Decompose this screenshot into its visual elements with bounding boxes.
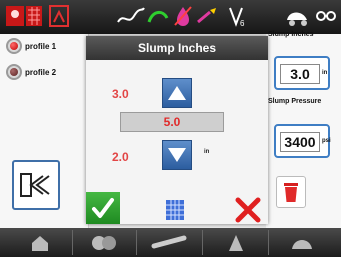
trend-icon[interactable] (116, 4, 146, 28)
slump-gauge-icon[interactable] (48, 4, 70, 28)
link-icon[interactable] (314, 4, 338, 28)
truck-icon[interactable] (284, 4, 312, 28)
profile-1-option[interactable]: profile 1 (6, 38, 56, 54)
drum-tab[interactable] (72, 230, 137, 255)
bottom-navigation (0, 228, 341, 257)
increase-button[interactable] (162, 78, 192, 108)
checkmark-icon (92, 198, 114, 218)
exit-button[interactable] (12, 160, 60, 210)
slump-dialog: Slump Inches 3.0 5.0 2.0 in (86, 36, 268, 224)
dialog-unit: in (204, 149, 210, 155)
home-icon (32, 235, 48, 251)
profile-label: profile 1 (25, 41, 57, 51)
top-toolbar: 6 (0, 0, 341, 34)
svg-text:6: 6 (240, 19, 245, 28)
chute-icon (151, 235, 187, 248)
slump-value-input[interactable]: 5.0 (120, 112, 224, 132)
close-icon (235, 197, 261, 223)
keypad-icon (166, 200, 184, 220)
home-tab[interactable] (8, 230, 73, 255)
upper-limit-value: 3.0 (112, 87, 129, 101)
radio-button[interactable] (6, 64, 22, 80)
decrease-button[interactable] (162, 140, 192, 170)
lower-limit-value: 2.0 (112, 150, 129, 164)
slump-inches-label: Slump Inches (268, 31, 314, 38)
valve-icon[interactable]: 6 (226, 4, 248, 28)
slump-inches-field[interactable]: 3.0 in (274, 56, 330, 90)
slump-pressure-field[interactable]: 3400 psi (274, 124, 331, 158)
slump-pressure-value: 3400 (280, 132, 320, 152)
profile-2-option[interactable]: profile 2 (6, 64, 56, 80)
stop-icon[interactable] (4, 4, 44, 28)
exit-icon (20, 173, 50, 197)
water-off-icon[interactable] (172, 4, 194, 28)
cancel-button[interactable] (232, 196, 264, 224)
radio-button[interactable] (6, 38, 22, 54)
slump-inches-unit: in (322, 70, 328, 76)
trash-icon (284, 183, 298, 202)
profile-label: profile 2 (25, 67, 57, 77)
settings-icon (292, 239, 312, 249)
hose-icon[interactable] (146, 4, 170, 28)
drum-icon (92, 235, 116, 250)
screen: 6 profile 1 profile 2 Slump Inches 3.0 i… (0, 0, 341, 257)
arrow-up-icon (168, 86, 186, 100)
cone-tab[interactable] (204, 230, 269, 255)
cone-icon (229, 234, 243, 251)
keypad-button[interactable] (164, 198, 186, 222)
confirm-button[interactable] (86, 192, 120, 224)
slump-pressure-unit: psi (322, 138, 331, 144)
arrow-down-icon (168, 148, 186, 162)
delete-button[interactable] (276, 176, 306, 208)
additive-icon[interactable] (196, 4, 218, 28)
slump-inches-value: 3.0 (280, 64, 320, 84)
dialog-title: Slump Inches (86, 36, 268, 60)
settings-tab[interactable] (270, 230, 334, 255)
chute-tab[interactable] (138, 230, 203, 255)
slump-pressure-label: Slump Pressure (268, 98, 322, 105)
